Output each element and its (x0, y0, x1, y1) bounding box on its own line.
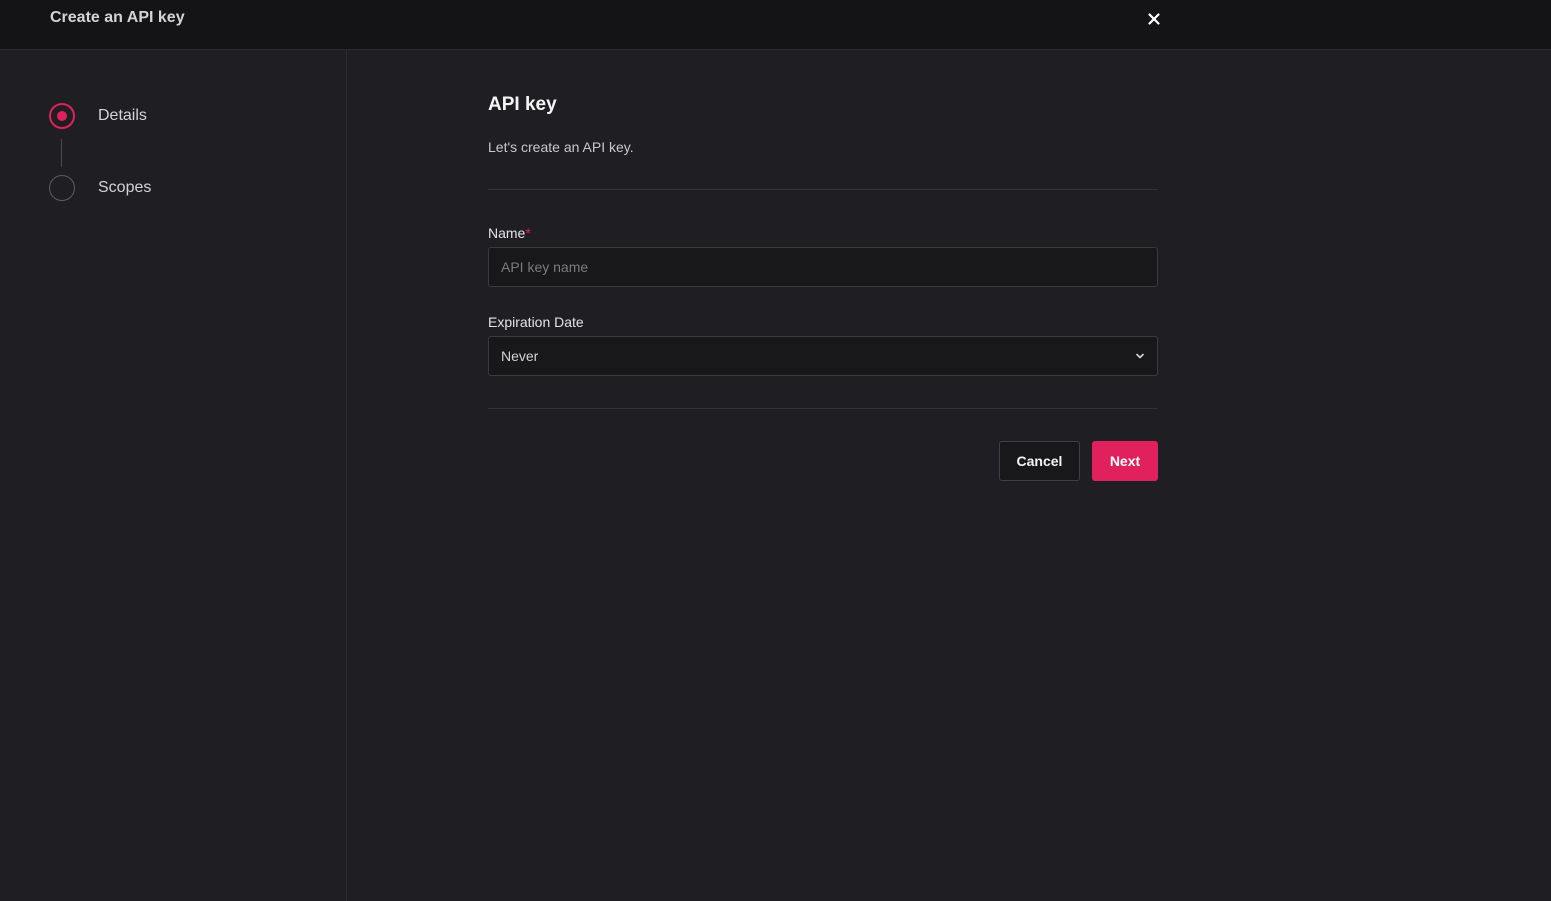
step-connector (61, 139, 62, 167)
divider (488, 408, 1158, 409)
close-icon (1148, 13, 1160, 25)
required-marker: * (525, 225, 531, 241)
cancel-button[interactable]: Cancel (999, 441, 1080, 481)
step-indicator-active (49, 103, 75, 129)
step-indicator (49, 175, 75, 201)
name-label: Name* (488, 225, 531, 241)
step-scopes[interactable]: Scopes (49, 175, 151, 201)
next-button[interactable]: Next (1092, 441, 1158, 481)
divider (488, 189, 1158, 190)
name-input[interactable] (488, 247, 1158, 287)
modal-title: Create an API key (50, 9, 185, 26)
chevron-down-icon (1136, 353, 1144, 359)
expiration-select[interactable]: Never (488, 336, 1158, 376)
step-details[interactable]: Details (49, 103, 147, 129)
close-button[interactable] (1144, 9, 1164, 29)
modal-header: Create an API key (0, 0, 1551, 50)
form-heading: API key (488, 94, 557, 115)
step-label: Scopes (98, 179, 152, 196)
step-label: Details (98, 107, 147, 124)
expiration-value: Never (501, 348, 539, 364)
form-description: Let's create an API key. (488, 139, 634, 155)
name-label-text: Name (488, 225, 526, 241)
expiration-label: Expiration Date (488, 314, 584, 330)
